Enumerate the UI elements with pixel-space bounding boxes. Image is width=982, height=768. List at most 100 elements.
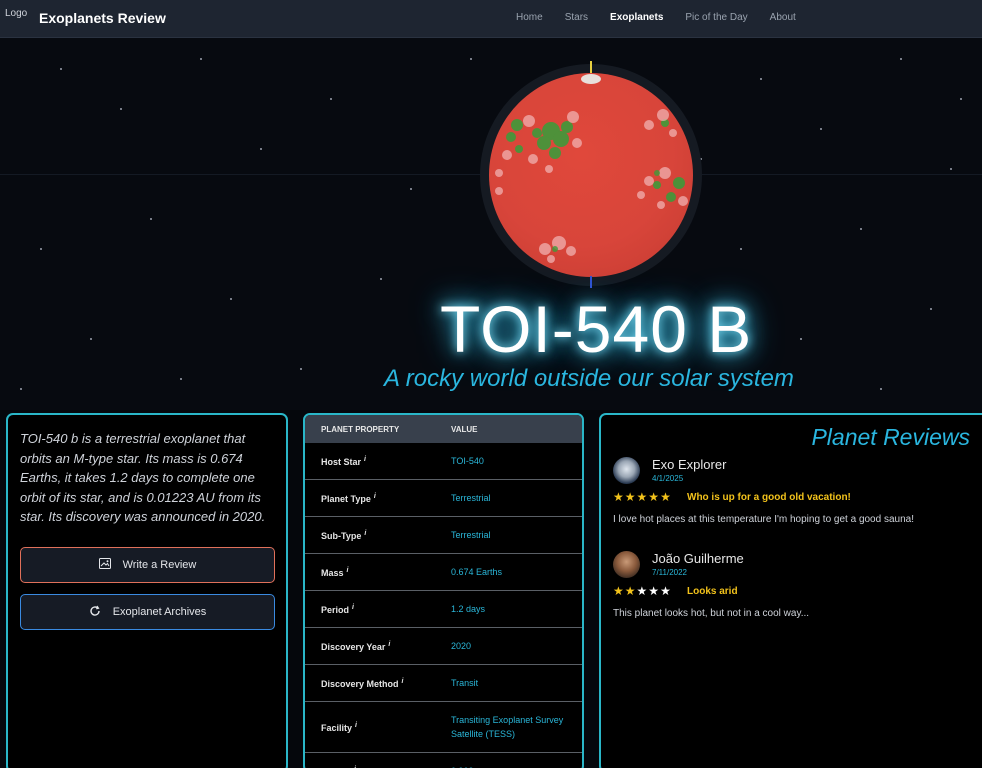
reviews-title: Planet Reviews: [811, 424, 970, 450]
background-star: [150, 218, 152, 220]
property-value: Transiting Exoplanet Survey Satellite (T…: [451, 715, 564, 739]
hero-section: TOI-540 B A rocky world outside our sola…: [0, 38, 982, 410]
nav-link-stars[interactable]: Stars: [565, 12, 588, 23]
info-icon[interactable]: i: [352, 604, 354, 611]
nav-link-pic-of-the-day[interactable]: Pic of the Day: [685, 12, 747, 23]
background-star: [960, 98, 962, 100]
property-value: 0.674 Earths: [451, 567, 503, 577]
south-pole-axis-marker: [590, 276, 592, 288]
background-star: [300, 368, 302, 370]
brand-title[interactable]: Exoplanets Review: [39, 10, 166, 26]
background-star: [40, 248, 42, 250]
star-empty-icon: ★: [636, 584, 649, 598]
exoplanet-archives-button[interactable]: Exoplanet Archives: [20, 594, 275, 630]
info-icon[interactable]: i: [402, 678, 404, 685]
user-photo-avatar-icon: [613, 551, 640, 578]
background-star: [930, 308, 932, 310]
background-star: [410, 188, 412, 190]
write-review-label: Write a Review: [122, 559, 197, 571]
background-star: [90, 338, 92, 340]
background-star: [20, 388, 22, 390]
property-value: TOI-540: [451, 456, 484, 466]
background-star: [260, 148, 262, 150]
column-header-property: PLANET PROPERTY: [321, 424, 400, 434]
background-star: [950, 168, 952, 170]
star-empty-icon: ★: [660, 584, 672, 598]
info-icon[interactable]: i: [374, 493, 376, 500]
property-label: Mass: [321, 567, 344, 578]
info-icon[interactable]: i: [388, 641, 390, 648]
review-body: I love hot places at this temperature I'…: [613, 514, 914, 525]
property-value: Terrestrial: [451, 530, 491, 540]
background-star: [760, 78, 762, 80]
property-label: Period: [321, 604, 350, 615]
property-name: Discovery Year i: [305, 641, 435, 652]
logo-image[interactable]: Logo: [5, 8, 27, 19]
property-name: Mass i: [305, 567, 435, 578]
review-date: 4/1/2025: [652, 474, 684, 483]
nav-link-home[interactable]: Home: [516, 12, 543, 23]
properties-table-panel: PLANET PROPERTY VALUE Host Star i TOI-540 P…: [303, 413, 584, 768]
star-icon: ★: [624, 490, 637, 504]
review-headline: Who is up for a good old vacation!: [687, 492, 851, 503]
table-row: Planet Type i Terrestrial: [305, 480, 582, 517]
planet-surface: [489, 73, 693, 277]
review-date: 7/11/2022: [652, 568, 687, 577]
column-header-value: VALUE: [451, 424, 478, 434]
background-star: [740, 248, 742, 250]
info-icon[interactable]: i: [364, 456, 366, 463]
planet-description: TOI-540 b is a terrestrial exoplanet tha…: [20, 431, 266, 525]
property-name: Facility i: [305, 722, 435, 733]
table-row: Discovery Year i 2020: [305, 628, 582, 665]
background-star: [900, 58, 902, 60]
star-rating: ★★★★★: [613, 490, 672, 504]
star-icon: ★: [660, 490, 672, 504]
top-navbar: Logo Exoplanets Review Home Stars Exopla…: [0, 0, 982, 38]
background-star: [820, 128, 822, 130]
table-header: PLANET PROPERTY VALUE: [305, 415, 582, 443]
property-label: Discovery Year: [321, 641, 386, 652]
property-value: Transit: [451, 678, 479, 688]
property-name: Planet Type i: [305, 493, 435, 504]
background-star: [120, 108, 122, 110]
info-icon[interactable]: i: [355, 722, 357, 729]
background-star: [880, 388, 882, 390]
nav-links: Home Stars Exoplanets Pic of the Day Abo…: [516, 12, 818, 23]
write-review-button[interactable]: Write a Review: [20, 547, 275, 583]
property-value: 2020: [451, 641, 472, 651]
description-panel: TOI-540 b is a terrestrial exoplanet tha…: [6, 413, 288, 768]
star-empty-icon: ★: [648, 584, 661, 598]
nav-link-about[interactable]: About: [770, 12, 796, 23]
reviews-panel: Planet Reviews Exo Explorer 4/1/2025 ★★★…: [599, 413, 982, 768]
star-icon: ★: [636, 490, 649, 504]
background-star: [330, 98, 332, 100]
north-pole-axis-marker: [590, 61, 592, 73]
property-label: Discovery Method: [321, 678, 399, 689]
background-star: [800, 338, 802, 340]
table-row: Sub-Type i Terrestrial: [305, 517, 582, 554]
info-icon[interactable]: i: [364, 530, 366, 537]
table-body: Host Star i TOI-540 Planet Type i Terrestrial…: [305, 443, 582, 768]
property-label: Host Star: [321, 456, 362, 467]
property-label: Planet Type: [321, 493, 371, 504]
property-value: 0.903: [435, 764, 565, 768]
table-row: Radiusi0.903: [305, 753, 582, 768]
property-label: Sub-Type: [321, 530, 362, 541]
star-rating: ★★★★★: [613, 584, 672, 598]
planet-globe[interactable]: [480, 61, 702, 288]
star-icon: ★: [624, 584, 637, 598]
background-star: [200, 58, 202, 60]
exoplanet-archives-label: Exoplanet Archives: [112, 606, 207, 618]
planet-subtitle: A rocky world outside our solar system: [384, 365, 794, 392]
property-name: Period i: [305, 604, 435, 615]
info-icon[interactable]: i: [347, 567, 349, 574]
astronaut-avatar-icon: [613, 457, 640, 484]
table-row: Period i 1.2 days: [305, 591, 582, 628]
review-headline: Looks arid: [687, 586, 738, 597]
background-star: [470, 58, 472, 60]
table-row: Discovery Method i Transit: [305, 665, 582, 702]
nav-link-exoplanets[interactable]: Exoplanets: [610, 12, 663, 23]
star-icon: ★: [613, 584, 625, 598]
reviewer-name: João Guilherme: [652, 551, 744, 566]
property-name: Host Star i: [305, 456, 435, 467]
